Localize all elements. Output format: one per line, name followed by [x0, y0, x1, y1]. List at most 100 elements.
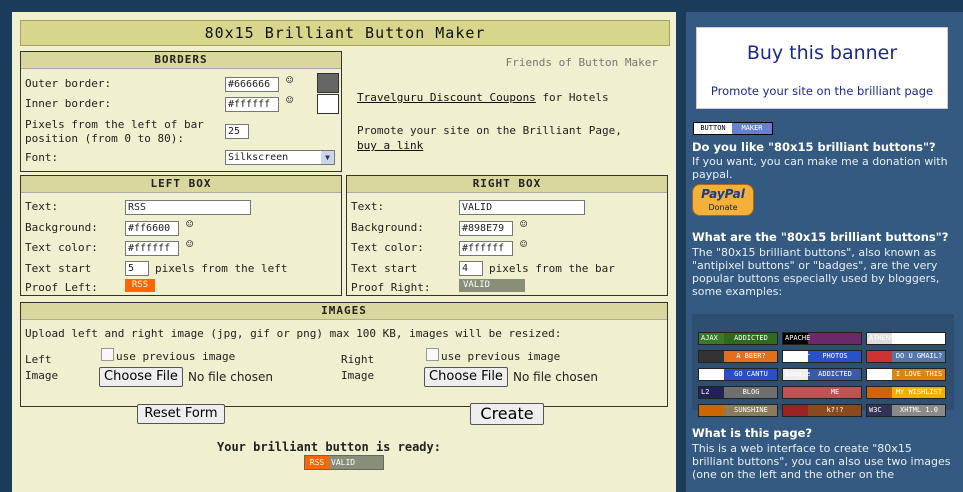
left-bg-label: Background: — [25, 221, 98, 234]
example-badge: A BEER? — [698, 350, 778, 363]
example-badge: Google ADDICTED — [782, 368, 862, 381]
left-start-suffix: pixels from the left — [155, 262, 288, 275]
result-right: VALID — [331, 458, 356, 467]
pixels-input[interactable]: 25 — [225, 124, 249, 139]
left-box-heading: LEFT BOX — [21, 176, 341, 193]
example-badge-right: ADDICTED — [818, 370, 852, 378]
example-badge: MY WISHLIST — [866, 386, 946, 399]
q3-heading: What is this page? — [692, 426, 813, 440]
example-badge-right: XHTML 1.0 — [900, 406, 938, 414]
right-start-label: Text start — [351, 262, 418, 275]
left-start-input[interactable]: 5 — [125, 261, 149, 276]
logo-left: BUTTON — [694, 123, 732, 134]
left-start-label: Text start — [25, 262, 92, 275]
right-text-input[interactable]: VALID — [459, 200, 585, 215]
left-text-input[interactable]: RSS — [125, 200, 251, 215]
q1-heading: Do you like "80x15 brilliant buttons"? — [692, 140, 936, 154]
friends-heading: Friends of Button Maker — [505, 56, 658, 69]
example-badge-right: SUNSHINE — [734, 406, 768, 414]
left-bg-input[interactable]: #ff6600 — [125, 221, 179, 236]
example-badge-left: ATHENS '04 — [869, 334, 912, 342]
example-badge: L2 BLOG — [698, 386, 778, 399]
right-use-previous-label: use previous image — [441, 350, 561, 363]
right-start-input[interactable]: 4 — [459, 261, 483, 276]
palette-icon[interactable]: ☺ — [286, 94, 298, 106]
paypal-logo: PayPal — [701, 187, 745, 201]
example-badge-right: BLOG — [742, 388, 760, 396]
right-bg-input[interactable]: #898E79 — [459, 221, 513, 236]
palette-icon[interactable]: ☺ — [520, 218, 532, 230]
example-badge-right: ME — [830, 388, 840, 396]
font-label: Font: — [25, 151, 59, 164]
q1-text: If you want, you can make me a donation … — [692, 155, 948, 181]
palette-icon[interactable]: ☺ — [520, 238, 532, 250]
q2-text: The "80x15 brilliant buttons", also know… — [692, 246, 940, 298]
example-badge-left: W3C — [869, 406, 882, 414]
buy-link-row: buy a link — [357, 139, 423, 152]
q3-text: This is a web interface to create "80x15… — [692, 442, 951, 481]
pixels-label-line1: Pixels from the left of bar — [25, 118, 204, 131]
left-use-previous-checkbox[interactable] — [101, 348, 114, 361]
right-box: RIGHT BOX Text: VALID Background: #898E7… — [346, 175, 668, 296]
button-maker-logo: BUTTON MAKER — [693, 122, 773, 135]
font-select-value: Silkscreen — [228, 152, 289, 163]
example-badge-left: Google — [785, 370, 811, 378]
palette-icon[interactable]: ☺ — [186, 218, 198, 230]
images-heading: IMAGES — [21, 303, 667, 320]
example-badge-right: MY WISHLIST — [895, 388, 943, 396]
outer-border-input[interactable]: #666666 — [225, 77, 279, 92]
example-badge: ATHENS '04 — [866, 332, 946, 345]
friends-link-row: Travelguru Discount Coupons for Hotels — [357, 91, 609, 104]
buy-banner[interactable]: Buy this banner Promote your site on the… — [696, 27, 948, 109]
buy-link[interactable]: buy a link — [357, 139, 423, 152]
right-choose-file-button[interactable]: Choose File — [424, 367, 508, 387]
create-button[interactable]: Create — [470, 403, 544, 425]
left-choose-file-button[interactable]: Choose File — [99, 367, 183, 387]
example-badge-right: DO U GMAIL? — [895, 352, 943, 360]
right-color-label: Text color: — [351, 241, 424, 254]
proof-left-label: Proof Left: — [25, 281, 98, 294]
inner-border-input[interactable]: #ffffff — [225, 97, 279, 112]
left-color-input[interactable]: #ffffff — [125, 241, 179, 256]
borders-heading: BORDERS — [21, 52, 341, 69]
example-badge: I LOVE THIS — [866, 368, 946, 381]
borders-box: BORDERS Outer border: #666666 ☺ Inner bo… — [20, 51, 342, 172]
example-badge-left: L2 — [701, 388, 710, 396]
palette-icon[interactable]: ☺ — [186, 238, 198, 250]
images-box: IMAGES Upload left and right image (jpg,… — [20, 302, 668, 407]
right-use-previous-checkbox[interactable] — [426, 348, 439, 361]
upload-instructions: Upload left and right image (jpg, gif or… — [25, 327, 562, 340]
example-badge-right: PHOTOS — [822, 352, 848, 360]
palette-icon[interactable]: ☺ — [286, 74, 298, 86]
font-select[interactable]: Silkscreen ▼ — [225, 150, 335, 165]
left-no-file-text: No file chosen — [188, 370, 274, 384]
logo-right: MAKER — [732, 123, 772, 134]
ready-text: Your brilliant button is ready: — [217, 440, 441, 454]
examples-grid: AJAX ADDICTED APACHE ATHENS '04 A BEER? flick… — [692, 314, 954, 417]
q2-heading: What are the "80x15 brilliant buttons"? — [692, 230, 949, 244]
paypal-donate-button[interactable]: PayPal Donate — [692, 184, 754, 216]
example-badge-left: flickr — [785, 352, 811, 360]
left-color-label: Text color: — [25, 241, 98, 254]
example-badge: GO CANTU — [698, 368, 778, 381]
sidebar: Buy this banner Promote your site on the… — [686, 12, 963, 492]
example-badge: DO U GMAIL? — [866, 350, 946, 363]
example-badge-left: APACHE — [785, 334, 811, 342]
travelguru-link[interactable]: Travelguru Discount Coupons — [357, 91, 536, 104]
example-badge-right: GO CANTU — [734, 370, 768, 378]
left-image-label-2: Image — [25, 369, 59, 382]
banner-title: Buy this banner — [746, 42, 898, 64]
pixels-label-line2: position (from 0 to 80): — [25, 132, 184, 145]
reset-form-button[interactable]: Reset Form — [137, 404, 225, 424]
link-suffix: for Hotels — [542, 91, 609, 104]
left-use-previous-label: use previous image — [116, 350, 236, 363]
result-button: RSS VALID — [304, 455, 384, 470]
example-badge: AJAX ADDICTED — [698, 332, 778, 345]
right-color-input[interactable]: #ffffff — [459, 241, 513, 256]
right-text-label: Text: — [351, 200, 385, 213]
result-left: RSS — [305, 456, 329, 469]
proof-right-preview: VALID — [459, 279, 525, 292]
example-badge: flickr PHOTOS — [782, 350, 862, 363]
proof-right-label: Proof Right: — [351, 281, 431, 294]
example-badge-right: k?!? — [826, 406, 844, 414]
